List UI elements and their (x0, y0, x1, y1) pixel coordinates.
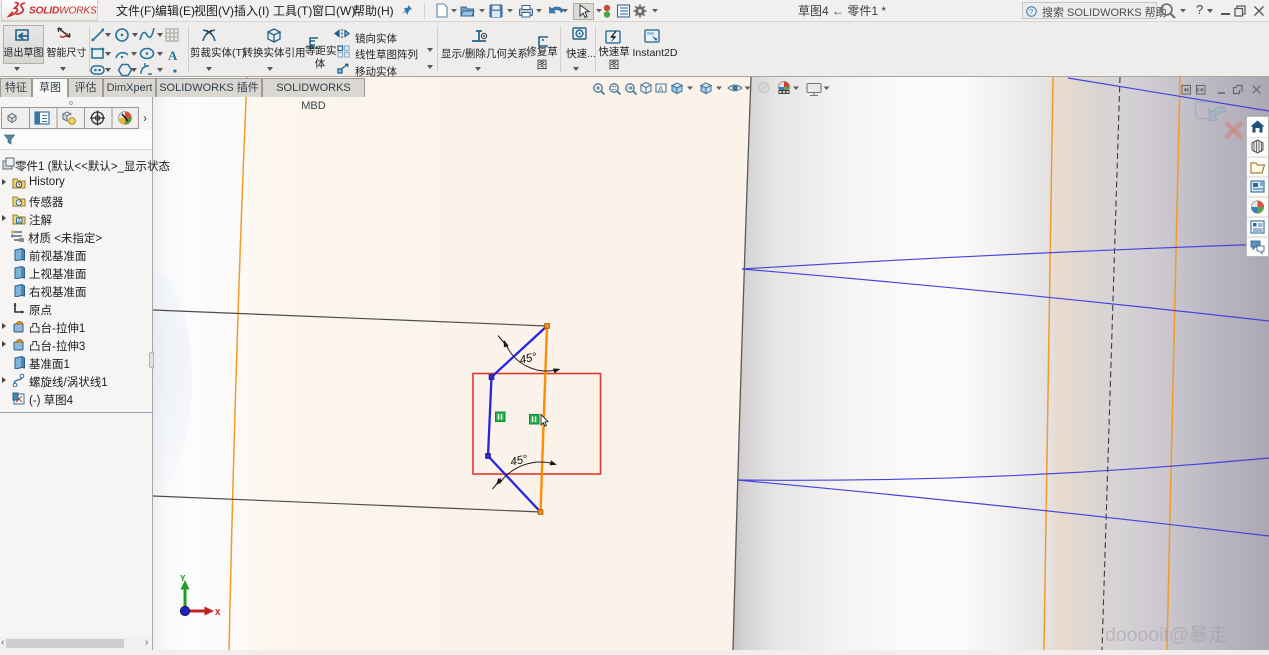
svg-text:A: A (168, 48, 178, 63)
svg-text:A: A (18, 219, 22, 225)
svg-text:dooooit@暴走: dooooit@暴走 (1105, 624, 1228, 646)
svg-text:X: X (215, 608, 221, 618)
svg-text:SOLIDWORKS: SOLIDWORKS (29, 6, 97, 17)
svg-text:A: A (658, 85, 664, 94)
svg-text:?: ? (1029, 7, 1033, 16)
svg-text:Y: Y (180, 574, 186, 584)
